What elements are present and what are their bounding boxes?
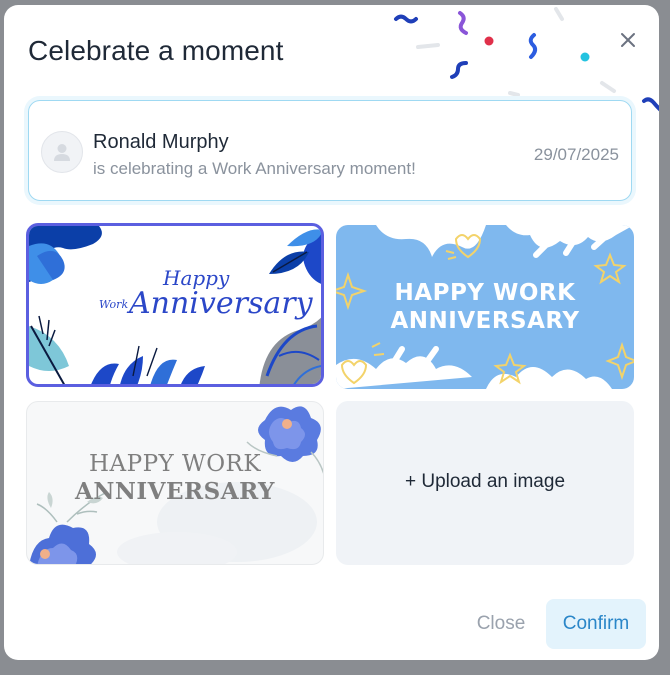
celebrant-card: Ronald Murphy is celebrating a Work Anni… xyxy=(28,100,632,201)
card-script-anniversary: Anniversary xyxy=(129,286,313,321)
card-watercolor-text: HAPPY WORK ANNIVERSARY xyxy=(27,450,323,506)
celebrant-name: Ronald Murphy xyxy=(93,131,229,153)
template-card-watercolor[interactable]: HAPPY WORK ANNIVERSARY xyxy=(26,401,324,565)
modal-title: Celebrate a moment xyxy=(28,35,284,66)
close-icon[interactable] xyxy=(617,29,639,51)
card-banner-text: HAPPY WORK ANNIVERSARY xyxy=(336,279,634,335)
card-banner-line2: ANNIVERSARY xyxy=(390,308,580,334)
close-button[interactable]: Close xyxy=(458,599,544,649)
template-card-blue-banner[interactable]: HAPPY WORK ANNIVERSARY xyxy=(336,225,634,389)
user-placeholder-icon xyxy=(41,131,83,173)
celebrate-modal: Celebrate a moment Ronald Murphy is cele… xyxy=(4,5,659,660)
upload-image-button[interactable]: + Upload an image xyxy=(336,401,634,565)
moment-date: 29/07/2025 xyxy=(533,145,619,164)
card-watercolor-line2: ANNIVERSARY xyxy=(75,478,275,505)
confetti-decoration xyxy=(394,7,659,112)
card-banner-line1: HAPPY WORK xyxy=(394,280,576,306)
moment-description: is celebrating a Work Anniversary moment… xyxy=(93,159,416,178)
confirm-button[interactable]: Confirm xyxy=(546,599,646,649)
card-watercolor-line1: HAPPY WORK xyxy=(88,451,262,477)
upload-image-label: + Upload an image xyxy=(404,471,566,492)
card-script-work: Work xyxy=(99,298,129,311)
template-card-script-selected[interactable]: Happy Work Anniversary xyxy=(26,223,324,387)
